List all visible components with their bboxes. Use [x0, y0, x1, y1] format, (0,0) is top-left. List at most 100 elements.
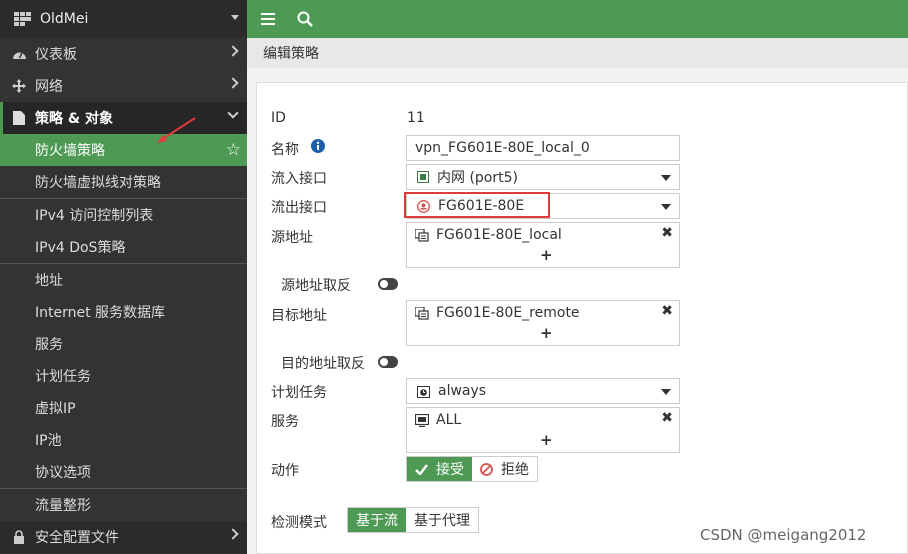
service-label: 服务: [271, 414, 299, 430]
address-object-icon: [415, 306, 429, 320]
inspection-mode-group: 基于流 基于代理: [347, 507, 479, 533]
sidebar-item-security-profiles[interactable]: 安全配置文件: [0, 521, 247, 553]
sidebar-item-label: 防火墙策略: [35, 143, 105, 159]
sidebar-item-policy-objects[interactable]: 策略 & 对象: [0, 102, 247, 134]
schedule-icon: [417, 385, 430, 398]
top-toolbar: [247, 0, 908, 38]
sidebar-item-label: IPv4 DoS策略: [35, 240, 126, 256]
sidebar-item-label: 流量整形: [35, 498, 91, 514]
id-label: ID: [271, 110, 286, 126]
accept-button[interactable]: 接受: [407, 457, 472, 481]
schedule-value: always: [438, 383, 487, 399]
outgoing-interface-value: FG601E-80E: [438, 198, 525, 214]
proxy-based-label: 基于代理: [414, 513, 470, 529]
chevron-right-icon: [227, 45, 239, 57]
flow-based-button[interactable]: 基于流: [348, 508, 406, 532]
policy-icon: [10, 111, 28, 125]
network-icon: [10, 79, 28, 93]
dropdown-caret-icon: [661, 204, 671, 210]
sidebar-item-label: IPv4 访问控制列表: [35, 208, 154, 224]
id-value: 11: [407, 110, 425, 126]
menu-icon[interactable]: [261, 13, 275, 25]
chevron-right-icon: [227, 528, 239, 540]
dashboard-icon: [10, 48, 28, 60]
sidebar-item-ip-pools[interactable]: IP池: [0, 424, 247, 456]
deny-button-label: 拒绝: [501, 462, 529, 478]
negate-source-toggle[interactable]: [378, 278, 398, 290]
sidebar-item-label: 协议选项: [35, 465, 91, 481]
source-address-entry: FG601E-80E_local: [415, 227, 562, 243]
negate-source-label: 源地址取反: [281, 278, 351, 294]
remove-destination-icon[interactable]: ✖: [661, 303, 673, 319]
schedule-label: 计划任务: [271, 385, 327, 401]
address-object-icon: [415, 228, 429, 242]
sidebar: OldMei 仪表板 网络 策略 & 对象 防火墙策略 ☆ 防火墙虚拟线对策略 …: [0, 0, 247, 554]
dropdown-caret-icon: [661, 389, 671, 395]
dropdown-caret-icon: [661, 175, 671, 181]
sidebar-item-label: 安全配置文件: [35, 530, 119, 546]
action-label: 动作: [271, 463, 299, 479]
negate-destination-toggle[interactable]: [378, 356, 398, 368]
deny-button[interactable]: 拒绝: [472, 457, 537, 481]
source-address-field[interactable]: FG601E-80E_local ✖ +: [406, 222, 680, 268]
name-input[interactable]: vpn_FG601E-80E_local_0: [406, 135, 680, 161]
service-field[interactable]: ALL ✖ +: [406, 407, 680, 453]
brand-header[interactable]: OldMei: [0, 0, 247, 38]
inspection-mode-label: 检测模式: [271, 515, 327, 531]
sidebar-item-network[interactable]: 网络: [0, 70, 247, 102]
chevron-down-icon: [231, 15, 239, 20]
destination-address-value: FG601E-80E_remote: [436, 305, 580, 321]
sidebar-item-label: 地址: [35, 273, 63, 289]
sidebar-item-virtual-ips[interactable]: 虚拟IP: [0, 392, 247, 424]
outgoing-interface-label: 流出接口: [271, 200, 327, 216]
sidebar-item-label: 网络: [35, 79, 63, 95]
checkmark-icon: [415, 463, 428, 475]
sidebar-item-label: 仪表板: [35, 47, 77, 63]
star-icon[interactable]: ☆: [226, 140, 241, 160]
incoming-interface-value: 内网 (port5): [437, 170, 518, 186]
sidebar-item-ipv4-acl[interactable]: IPv4 访问控制列表: [0, 199, 247, 231]
sidebar-item-traffic-shaping[interactable]: 流量整形: [0, 489, 247, 521]
add-destination-icon[interactable]: +: [540, 324, 553, 342]
deny-icon: [480, 462, 493, 476]
sidebar-item-ipv4-dos[interactable]: IPv4 DoS策略: [0, 231, 247, 263]
sidebar-item-addresses[interactable]: 地址: [0, 264, 247, 296]
sidebar-item-internet-service-db[interactable]: Internet 服务数据库: [0, 296, 247, 328]
accept-button-label: 接受: [436, 462, 464, 478]
outgoing-interface-select[interactable]: FG601E-80E: [406, 193, 680, 219]
add-service-icon[interactable]: +: [540, 431, 553, 449]
destination-address-label: 目标地址: [271, 308, 327, 324]
sidebar-item-services[interactable]: 服务: [0, 328, 247, 360]
sidebar-item-firewall-policy[interactable]: 防火墙策略 ☆: [0, 134, 247, 166]
search-icon[interactable]: [297, 11, 313, 27]
sidebar-item-label: 虚拟IP: [35, 401, 76, 417]
flow-based-label: 基于流: [356, 513, 398, 529]
destination-address-field[interactable]: FG601E-80E_remote ✖ +: [406, 300, 680, 346]
name-label: 名称: [271, 142, 299, 158]
service-entry: ALL: [415, 412, 461, 428]
remove-source-icon[interactable]: ✖: [661, 225, 673, 241]
info-icon[interactable]: [311, 139, 325, 157]
remove-service-icon[interactable]: ✖: [661, 410, 673, 426]
source-address-value: FG601E-80E_local: [436, 227, 562, 243]
proxy-based-button[interactable]: 基于代理: [406, 508, 478, 532]
sidebar-item-virtual-wire-policy[interactable]: 防火墙虚拟线对策略: [0, 166, 247, 198]
vpn-tunnel-icon: [417, 199, 430, 213]
interface-port-icon: [417, 171, 429, 183]
sidebar-item-label: IP池: [35, 433, 62, 449]
destination-address-entry: FG601E-80E_remote: [415, 305, 580, 321]
schedule-select[interactable]: always: [406, 378, 680, 404]
sidebar-item-label: 计划任务: [35, 369, 91, 385]
breadcrumb: 编辑策略: [247, 38, 908, 68]
brand-name: OldMei: [40, 11, 89, 27]
sidebar-item-schedules[interactable]: 计划任务: [0, 360, 247, 392]
sidebar-item-protocol-options[interactable]: 协议选项: [0, 456, 247, 488]
negate-destination-label: 目的地址取反: [281, 356, 365, 372]
action-button-group: 接受 拒绝: [406, 456, 538, 482]
sidebar-item-dashboard[interactable]: 仪表板: [0, 38, 247, 70]
chevron-right-icon: [227, 77, 239, 89]
incoming-interface-label: 流入接口: [271, 171, 327, 187]
sidebar-item-label: 策略 & 对象: [35, 111, 113, 127]
incoming-interface-select[interactable]: 内网 (port5): [406, 164, 680, 190]
add-source-icon[interactable]: +: [540, 246, 553, 264]
